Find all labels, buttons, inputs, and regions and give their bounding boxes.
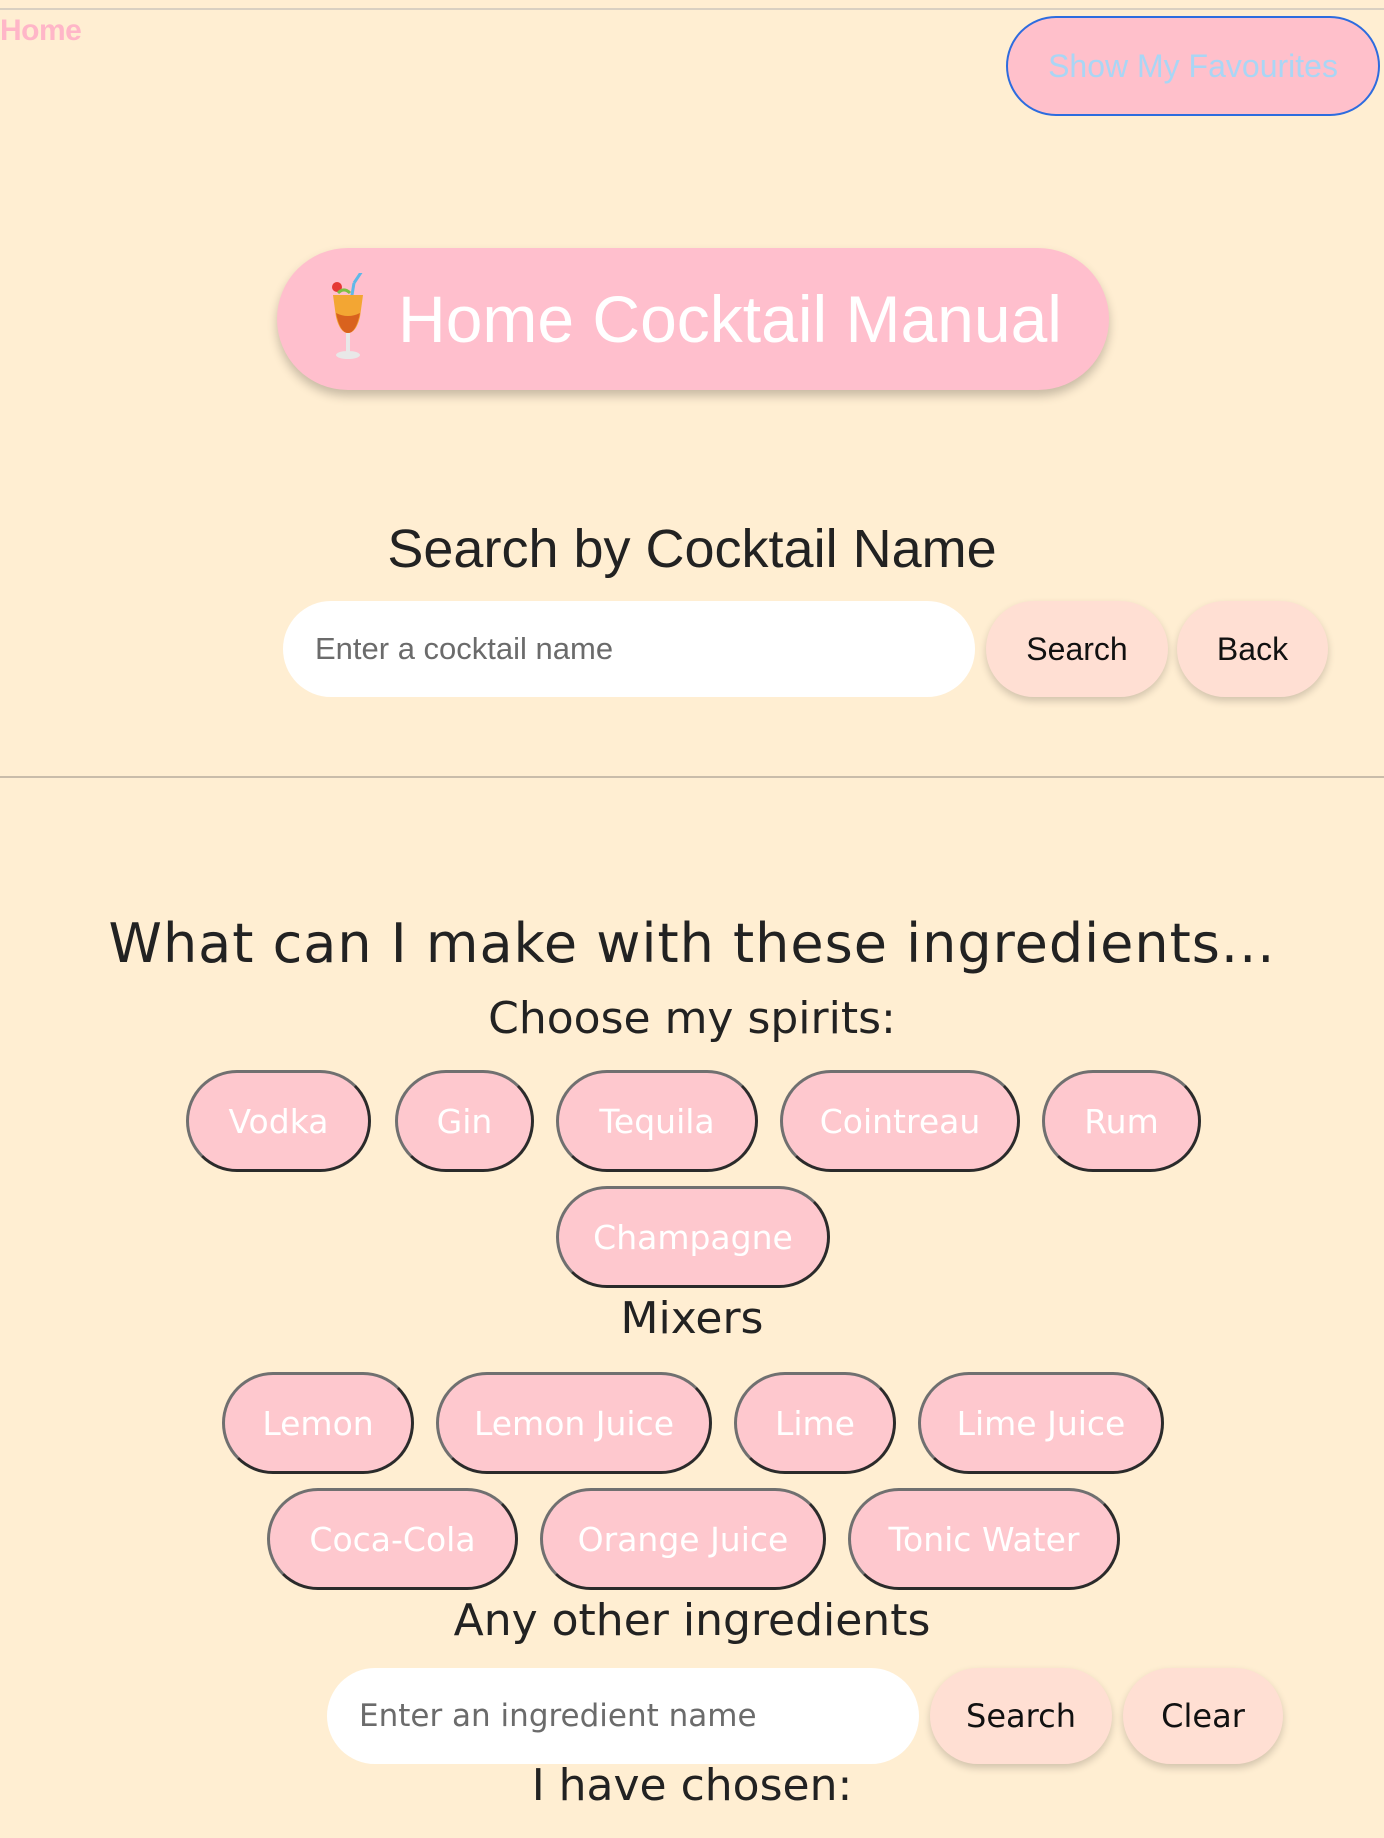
name-search-button[interactable]: Search [986, 601, 1168, 697]
mixer-chip-coca-cola[interactable]: Coca-Cola [267, 1488, 518, 1590]
cocktail-name-input[interactable] [283, 601, 975, 697]
spirit-chip-champagne[interactable]: Champagne [556, 1186, 830, 1288]
ingredient-name-input[interactable] [327, 1668, 919, 1764]
home-link[interactable]: Home [0, 14, 82, 48]
spirit-chip-cointreau[interactable]: Cointreau [780, 1070, 1020, 1172]
back-button[interactable]: Back [1177, 601, 1328, 697]
chosen-ingredients-heading: I have chosen: [531, 1760, 853, 1811]
spirit-chip-gin[interactable]: Gin [395, 1070, 534, 1172]
app-title: Home Cocktail Manual [398, 282, 1062, 356]
mixer-chip-lime[interactable]: Lime [734, 1372, 896, 1474]
spirit-chip-rum[interactable]: Rum [1042, 1070, 1201, 1172]
mixer-chip-tonic-water[interactable]: Tonic Water [848, 1488, 1120, 1590]
show-favourites-button[interactable]: Show My Favourites [1006, 16, 1380, 116]
search-by-name-heading: Search by Cocktail Name [387, 519, 997, 579]
mixer-chip-lemon[interactable]: Lemon [222, 1372, 414, 1474]
section-divider [0, 776, 1384, 778]
clear-button[interactable]: Clear [1123, 1668, 1283, 1764]
mixer-chip-lemon-juice[interactable]: Lemon Juice [436, 1372, 712, 1474]
mixers-heading: Mixers [620, 1293, 764, 1344]
cocktail-glass-icon [324, 273, 372, 365]
ingredient-search-button[interactable]: Search [930, 1668, 1112, 1764]
top-divider [0, 8, 1384, 10]
ingredients-heading: What can I make with these ingredients..… [108, 912, 1276, 975]
spirits-heading: Choose my spirits: [488, 993, 896, 1044]
spirit-chip-tequila[interactable]: Tequila [556, 1070, 758, 1172]
mixer-chip-orange-juice[interactable]: Orange Juice [540, 1488, 826, 1590]
mixer-chip-lime-juice[interactable]: Lime Juice [918, 1372, 1164, 1474]
spirit-chip-vodka[interactable]: Vodka [186, 1070, 371, 1172]
app-title-banner: Home Cocktail Manual [277, 248, 1109, 390]
other-ingredients-heading: Any other ingredients [453, 1595, 931, 1646]
